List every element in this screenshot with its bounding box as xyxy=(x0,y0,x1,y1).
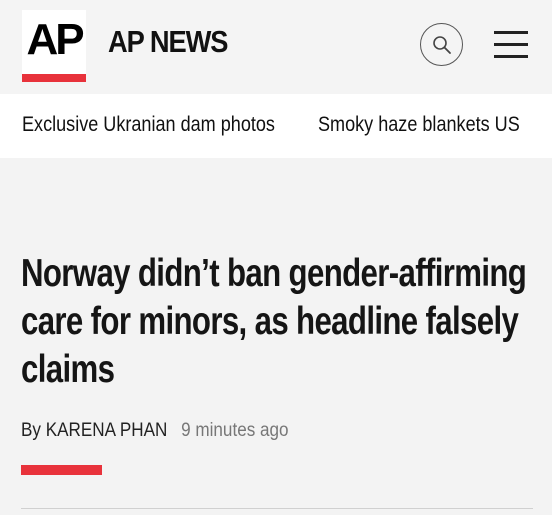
author-name[interactable]: KARENA PHAN xyxy=(46,420,168,441)
search-button[interactable] xyxy=(420,23,463,66)
search-icon xyxy=(433,36,451,54)
trending-link-smoky-haze[interactable]: Smoky haze blankets US xyxy=(318,113,520,137)
hamburger-line xyxy=(494,55,528,58)
trending-bar: Exclusive Ukranian dam photos Smoky haze… xyxy=(0,94,552,158)
hamburger-menu-icon xyxy=(494,31,528,34)
site-brand-name[interactable]: AP NEWS xyxy=(108,24,228,60)
site-header: AP AP NEWS xyxy=(0,0,552,94)
article-headline: Norway didn’t ban gender-affirming care … xyxy=(21,252,527,391)
hamburger-line xyxy=(494,43,528,46)
ap-logo[interactable]: AP xyxy=(22,10,86,82)
byline-prefix: By xyxy=(21,420,41,441)
article-timestamp: 9 minutes ago xyxy=(181,420,289,441)
ap-logo-red-bar xyxy=(22,74,86,82)
accent-bar xyxy=(21,465,102,475)
article-byline: By KARENA PHAN 9 minutes ago xyxy=(21,420,289,442)
page: AP AP NEWS Exclusive Ukranian dam photos… xyxy=(0,0,552,515)
trending-link-dam-photos[interactable]: Exclusive Ukranian dam photos xyxy=(22,113,275,137)
ap-logo-text: AP xyxy=(26,15,84,64)
divider xyxy=(21,508,533,509)
menu-button[interactable] xyxy=(494,31,528,59)
